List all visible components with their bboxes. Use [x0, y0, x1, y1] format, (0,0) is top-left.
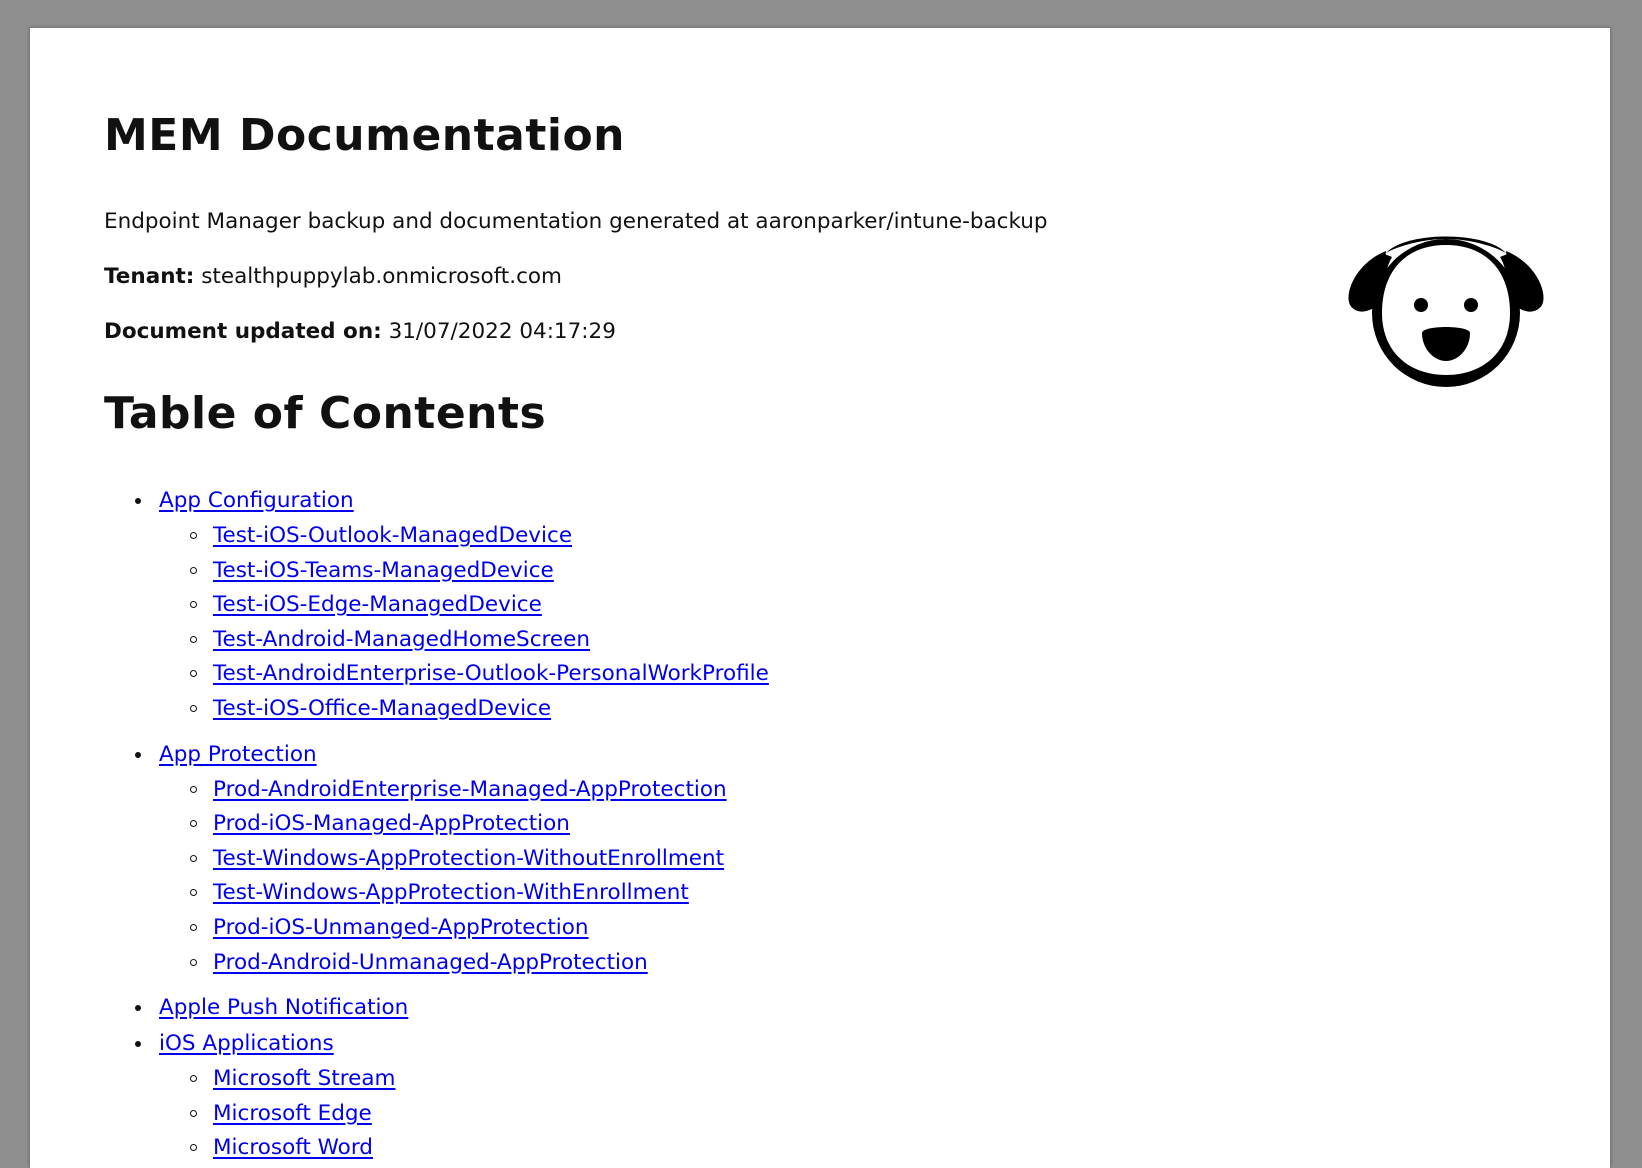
bullet-circle-icon — [190, 1075, 197, 1083]
toc-subitem: Test-Windows-AppProtection-WithoutEnroll… — [159, 842, 769, 877]
toc-subitem: Test-iOS-Edge-ManagedDevice — [159, 588, 769, 623]
bullet-dot-icon — [135, 1041, 141, 1048]
bullet-circle-icon — [190, 1144, 197, 1152]
document-page: MEM Documentation Endpoint Manager backu… — [30, 28, 1610, 1168]
toc-section-item: App Protection Prod-AndroidEnterprise-Man… — [104, 737, 769, 981]
toc-subitem-link[interactable]: Test-Windows-AppProtection-WithEnrollmen… — [213, 880, 689, 905]
bullet-circle-icon — [190, 601, 197, 609]
toc-subitem: Prod-Android-Unmanaged-AppProtection — [159, 946, 769, 981]
bullet-circle-icon — [190, 1109, 197, 1117]
bullet-circle-icon — [190, 532, 197, 539]
toc-section-item: iOS Applications Microsoft Stream Microsof… — [104, 1026, 769, 1166]
toc-subitem-link[interactable]: Prod-iOS-Unmanged-AppProtection — [213, 915, 589, 940]
toc-subitem: Prod-iOS-Managed-AppProtection — [159, 807, 769, 842]
puppy-face-icon — [1348, 236, 1544, 387]
updated-value: 31/07/2022 04:17:29 — [388, 319, 616, 344]
toc-subitem: Test-Windows-AppProtection-WithEnrollmen… — [159, 876, 769, 911]
tenant-label: Tenant: — [104, 264, 195, 289]
toc-subitem-link[interactable]: Test-iOS-Edge-ManagedDevice — [213, 592, 542, 617]
toc-sublist: Prod-AndroidEnterprise-Managed-AppProtec… — [159, 773, 769, 981]
toc-subitem-link[interactable]: Prod-AndroidEnterprise-Managed-AppProtec… — [213, 777, 727, 802]
toc-subitem-link[interactable]: Microsoft Edge — [213, 1101, 372, 1126]
toc-section-link[interactable]: App Protection — [159, 742, 317, 767]
toc-subitem: Microsoft Stream — [159, 1062, 769, 1097]
toc-sublist: Microsoft Stream Microsoft Edge Microsoft … — [159, 1062, 769, 1166]
updated-line: Document updated on: 31/07/2022 04:17:29 — [104, 319, 616, 344]
bullet-dot-icon — [135, 751, 141, 758]
toc-subitem: Test-iOS-Outlook-ManagedDevice — [159, 519, 769, 554]
bullet-dot-icon — [135, 498, 141, 504]
toc-section-link[interactable]: iOS Applications — [159, 1031, 334, 1056]
toc-subitem: Microsoft Word — [159, 1131, 769, 1166]
toc-subitem-link[interactable]: Test-iOS-Teams-ManagedDevice — [213, 558, 554, 583]
toc-subitem: Test-Android-ManagedHomeScreen — [159, 623, 769, 658]
bullet-circle-icon — [190, 670, 197, 678]
bullet-circle-icon — [190, 785, 197, 793]
tenant-value: stealthpuppylab.onmicrosoft.com — [201, 264, 562, 289]
toc-subitem: Microsoft Edge — [159, 1097, 769, 1132]
toc-subitem-link[interactable]: Test-iOS-Outlook-ManagedDevice — [213, 523, 572, 548]
toc-subitem-link[interactable]: Microsoft Stream — [213, 1066, 395, 1091]
bullet-circle-icon — [190, 923, 197, 931]
toc-subitem: Test-iOS-Office-ManagedDevice — [159, 692, 769, 727]
toc-subitem: Test-AndroidEnterprise-Outlook-PersonalW… — [159, 657, 769, 692]
toc-sublist: Test-iOS-Outlook-ManagedDevice Test-iOS-T… — [159, 519, 769, 727]
toc-heading: Table of Contents — [104, 388, 547, 439]
bullet-circle-icon — [190, 958, 197, 966]
toc-subitem: Test-iOS-Teams-ManagedDevice — [159, 554, 769, 589]
toc-section-link[interactable]: Apple Push Notification — [159, 995, 408, 1020]
toc-section-item: App Configuration Test-iOS-Outlook-Manage… — [104, 483, 769, 727]
toc-subitem-link[interactable]: Prod-iOS-Managed-AppProtection — [213, 811, 570, 836]
bullet-circle-icon — [190, 889, 197, 897]
bullet-circle-icon — [190, 566, 197, 574]
bullet-circle-icon — [190, 820, 197, 828]
toc-subitem-link[interactable]: Test-iOS-Office-ManagedDevice — [213, 696, 551, 721]
toc-subitem-link[interactable]: Test-Windows-AppProtection-WithoutEnroll… — [213, 846, 724, 871]
bullet-circle-icon — [190, 854, 197, 862]
toc-subitem: Prod-iOS-Unmanged-AppProtection — [159, 911, 769, 946]
page-title: MEM Documentation — [104, 110, 626, 161]
toc-section-link[interactable]: App Configuration — [159, 488, 354, 513]
toc-subitem-link[interactable]: Prod-Android-Unmanaged-AppProtection — [213, 950, 648, 975]
table-of-contents: App Configuration Test-iOS-Outlook-Manage… — [104, 483, 769, 1168]
toc-subitem-link[interactable]: Test-AndroidEnterprise-Outlook-PersonalW… — [213, 661, 769, 686]
bullet-circle-icon — [190, 635, 197, 643]
toc-subitem: Prod-AndroidEnterprise-Managed-AppProtec… — [159, 773, 769, 808]
toc-section-item: Apple Push Notification — [104, 990, 769, 1026]
toc-list: App Configuration Test-iOS-Outlook-Manage… — [104, 483, 769, 1166]
subtitle: Endpoint Manager backup and documentatio… — [104, 209, 1048, 234]
toc-subitem-link[interactable]: Microsoft Word — [213, 1135, 373, 1160]
tenant-line: Tenant: stealthpuppylab.onmicrosoft.com — [104, 264, 562, 289]
bullet-dot-icon — [135, 1005, 141, 1012]
toc-subitem-link[interactable]: Test-Android-ManagedHomeScreen — [213, 627, 590, 652]
bullet-circle-icon — [190, 704, 197, 712]
updated-label: Document updated on: — [104, 319, 382, 344]
